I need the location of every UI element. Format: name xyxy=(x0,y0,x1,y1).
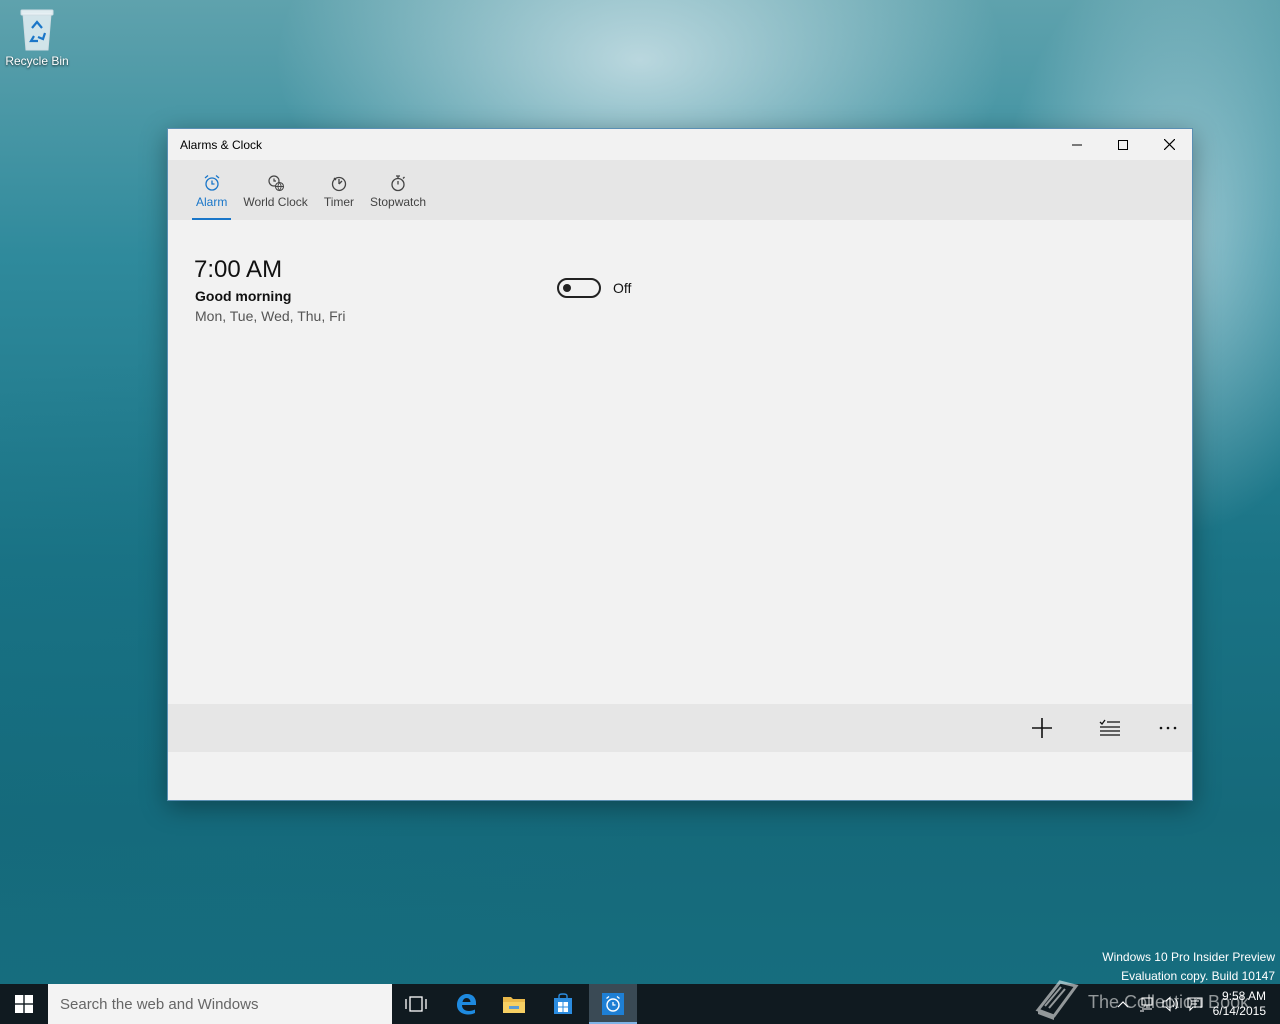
alarm-name: Good morning xyxy=(195,288,292,304)
title-bar[interactable]: Alarms & Clock xyxy=(168,129,1192,160)
tab-stopwatch-label: Stopwatch xyxy=(370,195,427,209)
windows-logo-icon xyxy=(15,995,33,1013)
alarms-clock-taskbar-button[interactable] xyxy=(589,984,637,1024)
tab-world-clock[interactable]: World Clock xyxy=(239,160,311,220)
toggle-knob xyxy=(563,284,571,292)
close-icon xyxy=(1163,139,1175,150)
alarm-days: Mon, Tue, Wed, Thu, Fri xyxy=(195,308,346,324)
search-input[interactable]: Search the web and Windows xyxy=(48,984,392,1024)
close-button[interactable] xyxy=(1146,129,1192,160)
watermark-line-1: Windows 10 Pro Insider Preview xyxy=(1102,950,1275,964)
alarm-toggle-state: Off xyxy=(613,280,632,296)
select-alarms-button[interactable] xyxy=(1098,716,1122,740)
timer-icon xyxy=(330,174,348,192)
window-controls xyxy=(1054,129,1192,160)
world-clock-icon xyxy=(267,174,285,192)
tab-world-clock-label: World Clock xyxy=(243,195,308,209)
tab-timer-label: Timer xyxy=(323,195,355,209)
store-button[interactable] xyxy=(539,984,587,1024)
chevron-up-icon xyxy=(1117,1001,1129,1008)
recycle-bin-desktop-icon[interactable]: Recycle Bin xyxy=(2,6,72,68)
network-button[interactable] xyxy=(1135,984,1159,1024)
alarm-list: 7:00 AM Good morning Mon, Tue, Wed, Thu,… xyxy=(168,220,1192,752)
action-center-button[interactable] xyxy=(1183,984,1207,1024)
tab-alarm[interactable]: Alarm xyxy=(192,160,232,220)
file-explorer-icon xyxy=(503,997,525,1013)
alarm-toggle-group: Off xyxy=(557,278,631,298)
minimize-icon xyxy=(1072,144,1082,145)
maximize-icon xyxy=(1118,139,1128,150)
more-options-button[interactable] xyxy=(1156,716,1180,740)
tab-stopwatch[interactable]: Stopwatch xyxy=(366,160,430,220)
tab-bar: Alarm World Clock Timer Stopwatch xyxy=(168,160,1192,220)
tab-timer[interactable]: Timer xyxy=(320,160,358,220)
maximize-button[interactable] xyxy=(1100,129,1146,160)
show-hidden-icons-button[interactable] xyxy=(1111,984,1135,1024)
clock-date: 6/14/2015 xyxy=(1212,1004,1266,1018)
select-list-icon xyxy=(1099,719,1120,736)
speaker-icon xyxy=(1162,996,1178,1012)
more-icon xyxy=(1159,726,1177,730)
system-tray: 9:58 AM 6/14/2015 xyxy=(1111,984,1280,1024)
volume-button[interactable] xyxy=(1159,984,1183,1024)
task-view-button[interactable] xyxy=(392,984,440,1024)
add-icon xyxy=(1032,718,1052,738)
book-logo-icon xyxy=(1035,980,1079,1020)
task-view-icon xyxy=(405,996,427,1012)
store-icon xyxy=(554,993,572,1014)
minimize-button[interactable] xyxy=(1054,129,1100,160)
new-alarm-button[interactable] xyxy=(1030,716,1054,740)
alarm-time: 7:00 AM xyxy=(194,256,283,283)
notification-icon xyxy=(1187,997,1203,1012)
edge-browser-icon xyxy=(457,994,476,1015)
alarm-toggle-switch[interactable] xyxy=(557,278,601,298)
clock-time: 9:58 AM xyxy=(1221,989,1266,1003)
stopwatch-icon xyxy=(389,174,407,192)
taskbar: Search the web and Windows The Collectio… xyxy=(0,980,1280,1024)
command-bar xyxy=(168,704,1192,752)
alarms-clock-app-icon xyxy=(602,993,624,1015)
file-explorer-button[interactable] xyxy=(490,984,538,1024)
start-button[interactable] xyxy=(0,984,48,1024)
alarm-clock-icon xyxy=(203,174,221,192)
recycle-bin-icon xyxy=(20,9,54,51)
network-icon xyxy=(1139,997,1153,1012)
window-title: Alarms & Clock xyxy=(180,137,263,152)
recycle-bin-label: Recycle Bin xyxy=(5,54,69,68)
taskbar-clock[interactable]: 9:58 AM 6/14/2015 xyxy=(1207,989,1280,1019)
alarms-clock-window: Alarms & Clock Alarm World Clock Timer S… xyxy=(167,128,1193,801)
tab-alarm-label: Alarm xyxy=(196,195,228,209)
edge-browser-button[interactable] xyxy=(442,984,490,1024)
